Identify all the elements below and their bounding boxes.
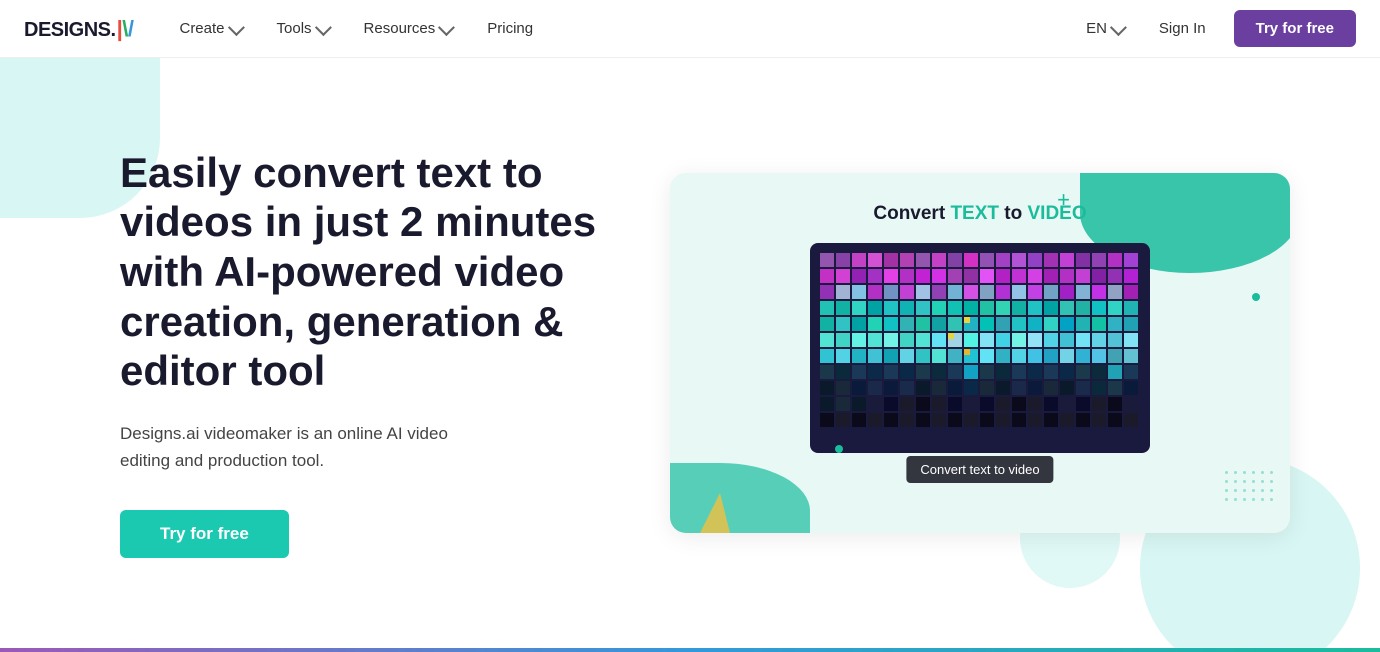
try-free-nav-button[interactable]: Try for free — [1234, 10, 1356, 47]
video-preview-card: + Convert TEXT to VIDEO — [670, 173, 1290, 533]
nav-create[interactable]: Create — [165, 12, 254, 45]
chevron-down-icon — [314, 19, 331, 36]
chevron-down-icon — [438, 19, 455, 36]
chevron-down-icon — [227, 19, 244, 36]
logo[interactable]: DESIGNS.|\/ — [24, 16, 133, 42]
logo-ai-b: / — [128, 16, 134, 42]
card-blob-bottomleft — [670, 463, 810, 533]
hero-section: Easily convert text to videos in just 2 … — [0, 58, 1380, 648]
card-dot-2 — [835, 445, 843, 453]
scatter-dots — [1225, 471, 1275, 503]
hero-right: + Convert TEXT to VIDEO — [660, 173, 1300, 533]
navbar: DESIGNS.|\/ Create Tools Resources Prici… — [0, 0, 1380, 58]
nav-links: Create Tools Resources Pricing — [165, 12, 1078, 45]
card-convert-label: Convert TEXT to VIDEO — [873, 203, 1086, 225]
hero-title: Easily convert text to videos in just 2 … — [120, 148, 620, 396]
card-tooltip: Convert text to video — [906, 456, 1053, 483]
nav-resources[interactable]: Resources — [350, 12, 466, 45]
hero-left: Easily convert text to videos in just 2 … — [120, 148, 620, 558]
hero-description: Designs.ai videomaker is an online AI vi… — [120, 420, 500, 474]
nav-right: EN Sign In Try for free — [1078, 10, 1356, 47]
nav-tools[interactable]: Tools — [263, 12, 342, 45]
card-dot-1 — [1252, 293, 1260, 301]
card-triangle — [700, 493, 730, 533]
chevron-down-icon — [1110, 19, 1127, 36]
sign-in-button[interactable]: Sign In — [1147, 14, 1218, 43]
pixel-mosaic — [810, 243, 1150, 453]
logo-text: DESIGNS.|\/ — [24, 16, 133, 42]
language-selector[interactable]: EN — [1078, 14, 1131, 43]
bottom-bar — [0, 648, 1380, 652]
try-free-hero-button[interactable]: Try for free — [120, 510, 289, 558]
nav-pricing[interactable]: Pricing — [473, 12, 547, 45]
